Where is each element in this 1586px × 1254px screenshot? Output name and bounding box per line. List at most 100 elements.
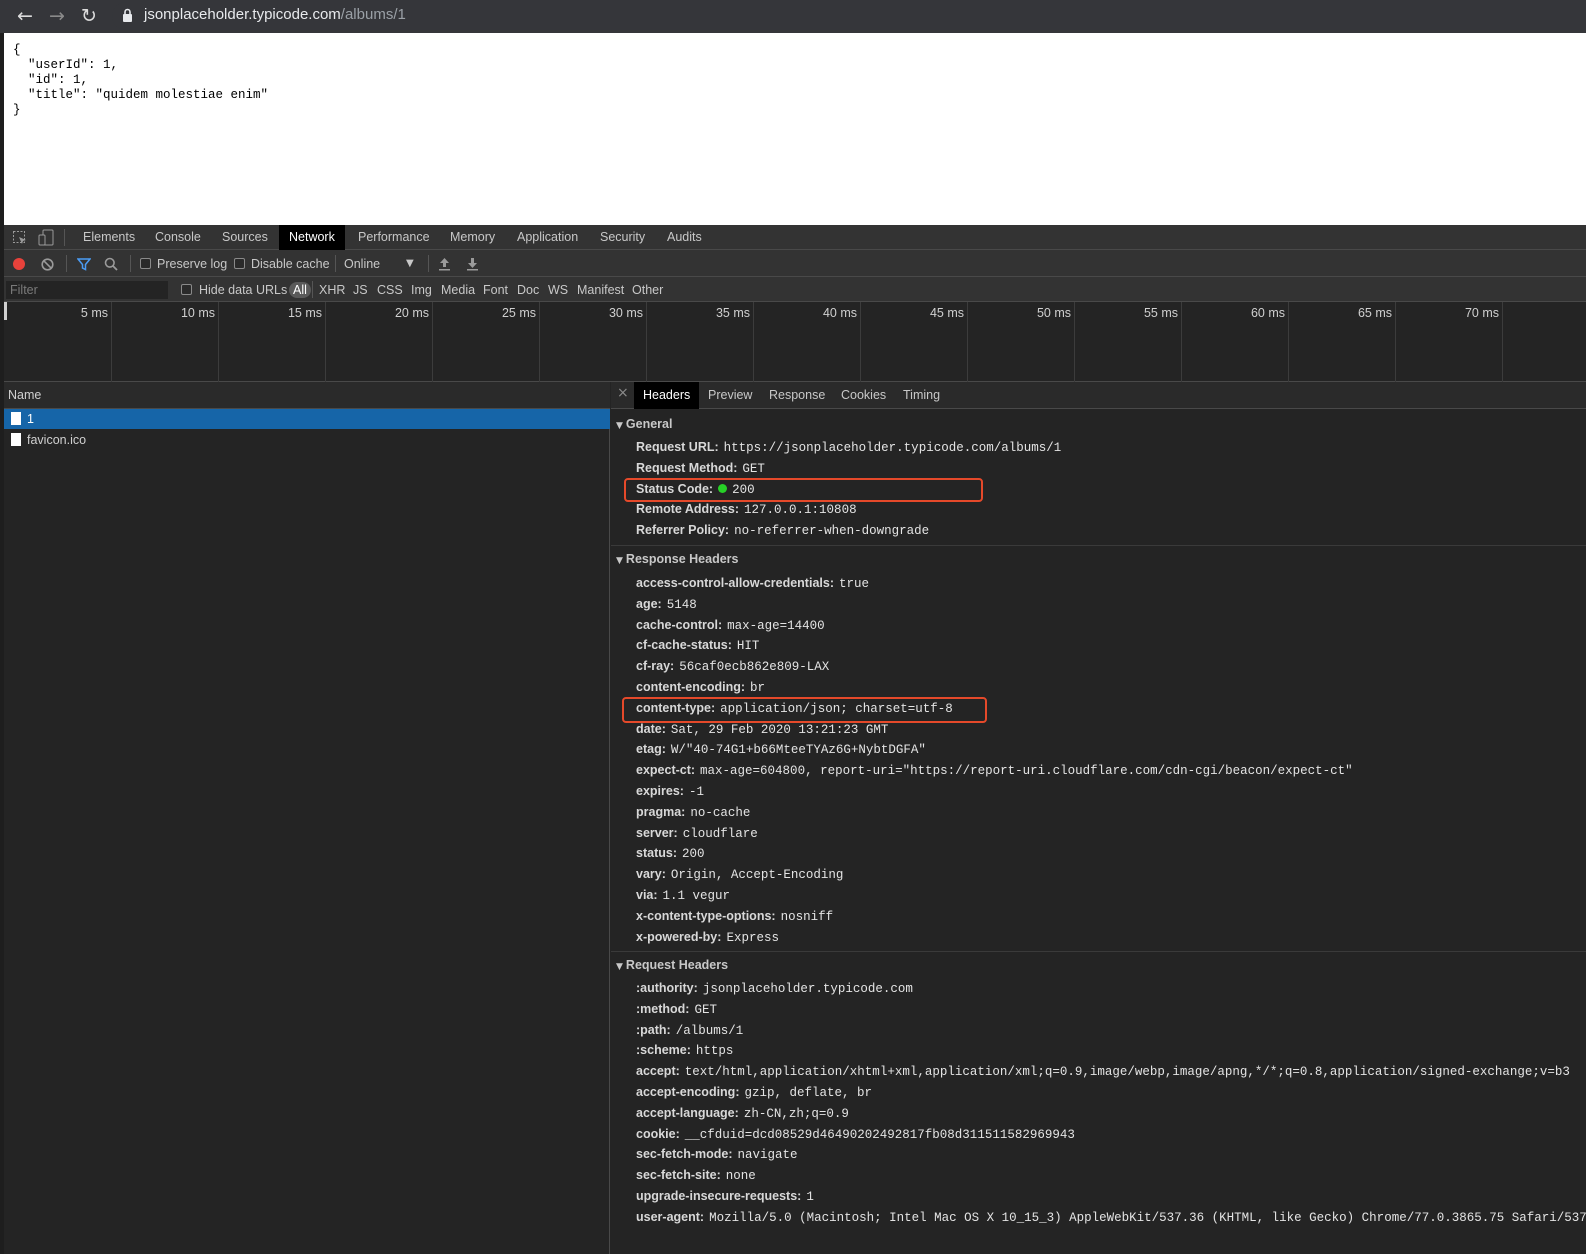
- header-row: :scheme: https: [636, 1043, 733, 1058]
- tab-network[interactable]: Network: [279, 225, 345, 250]
- header-row: content-encoding: br: [636, 680, 765, 695]
- header-name: server:: [636, 825, 678, 840]
- forward-arrow-icon[interactable]: →: [45, 4, 69, 28]
- header-row: vary: Origin, Accept-Encoding: [636, 867, 843, 882]
- general-section-title: General: [625, 417, 673, 431]
- back-arrow-icon[interactable]: ←: [13, 4, 37, 28]
- header-value: jsonplaceholder.typicode.com: [702, 982, 913, 996]
- header-value: text/html,application/xhtml+xml,applicat…: [684, 1065, 1570, 1080]
- device-toolbar-icon[interactable]: [38, 229, 54, 246]
- header-name: expect-ct:: [636, 763, 696, 778]
- toolbar-divider: [64, 229, 65, 246]
- type-filter-doc[interactable]: Doc: [517, 282, 539, 298]
- import-har-icon[interactable]: [438, 257, 451, 271]
- type-filter-css[interactable]: CSS: [377, 282, 403, 298]
- general-section-header[interactable]: ▼ General: [616, 417, 672, 431]
- tab-preview[interactable]: Preview: [699, 382, 761, 409]
- timeline-gridline: [1502, 302, 1503, 382]
- response-headers-section-header[interactable]: ▼ Response Headers: [616, 552, 738, 566]
- header-name: date:: [636, 721, 666, 736]
- request-headers-section-header[interactable]: ▼ Request Headers: [616, 958, 728, 972]
- record-icon[interactable]: [13, 258, 25, 270]
- disclosure-triangle-icon: ▼: [616, 421, 623, 431]
- type-filter-xhr[interactable]: XHR: [319, 282, 345, 298]
- disable-cache-checkbox[interactable]: [234, 258, 245, 269]
- timeline-gridline: [1288, 302, 1289, 382]
- tab-elements[interactable]: Elements: [73, 225, 145, 250]
- type-filter-media[interactable]: Media: [441, 282, 475, 298]
- close-icon[interactable]: ×: [617, 385, 629, 401]
- timeline-tick-label: 15 ms: [287, 306, 322, 320]
- header-row: Request URL: https://jsonplaceholder.typi…: [636, 440, 1061, 455]
- tab-memory[interactable]: Memory: [440, 225, 505, 250]
- disclosure-triangle-icon: ▼: [616, 556, 623, 566]
- tab-response[interactable]: Response: [760, 382, 834, 409]
- tab-headers[interactable]: Headers: [634, 382, 700, 409]
- header-name: cf-ray:: [636, 659, 675, 674]
- type-filter-js[interactable]: JS: [353, 282, 368, 298]
- header-value: max-age=604800, report-uri="https://repo…: [700, 764, 1353, 779]
- timeline-gridline: [967, 302, 968, 382]
- header-name: pragma:: [636, 804, 686, 819]
- header-value: Mozilla/5.0 (Macintosh; Intel Mac OS X 1…: [709, 1210, 1586, 1225]
- toolbar-divider: [130, 255, 131, 272]
- header-row: server: cloudflare: [636, 826, 758, 841]
- name-column-header[interactable]: Name: [4, 382, 610, 409]
- header-row: sec-fetch-mode: navigate: [636, 1147, 798, 1162]
- search-icon[interactable]: [104, 257, 118, 271]
- type-filter-all[interactable]: All: [289, 282, 311, 298]
- tab-application[interactable]: Application: [507, 225, 588, 250]
- request-row[interactable]: favicon.ico: [4, 430, 610, 450]
- header-value: /albums/1: [675, 1023, 744, 1038]
- request-row[interactable]: 1: [4, 409, 610, 429]
- header-name: upgrade-insecure-requests:: [636, 1189, 802, 1203]
- type-filter-ws[interactable]: WS: [548, 282, 568, 298]
- throttling-value: Online: [344, 257, 381, 271]
- header-value: GET: [742, 461, 765, 476]
- tab-audits[interactable]: Audits: [657, 225, 712, 250]
- type-filter-img[interactable]: Img: [411, 282, 432, 298]
- inspect-element-icon[interactable]: [12, 230, 28, 246]
- url-text[interactable]: jsonplaceholder.typicode.com/albums/1: [144, 6, 406, 23]
- tab-sources[interactable]: Sources: [212, 225, 278, 250]
- hide-data-urls-checkbox[interactable]: [181, 284, 192, 295]
- timeline-tick-label: 35 ms: [715, 306, 750, 320]
- header-row: x-powered-by: Express: [636, 930, 779, 945]
- header-value: Express: [726, 930, 779, 945]
- header-row: cache-control: max-age=14400: [636, 618, 825, 633]
- timeline-gridline: [218, 302, 219, 382]
- header-name: sec-fetch-site:: [636, 1168, 721, 1183]
- header-name: age:: [636, 596, 662, 611]
- type-filter-font[interactable]: Font: [483, 282, 508, 298]
- header-name: status:: [636, 846, 677, 861]
- export-har-icon[interactable]: [466, 257, 479, 271]
- throttling-select[interactable]: Online ▼: [340, 254, 420, 273]
- header-name: :path:: [636, 1022, 671, 1037]
- tab-cookies[interactable]: Cookies: [832, 382, 895, 409]
- clear-icon[interactable]: [41, 258, 54, 271]
- header-row: etag: W/"40-74G1+b66MteeTYAz6G+NybtDGFA": [636, 742, 926, 757]
- toolbar-divider: [312, 281, 313, 298]
- tab-security[interactable]: Security: [590, 225, 655, 250]
- timeline-tick-label: 55 ms: [1143, 306, 1178, 320]
- timeline-tick-label: 45 ms: [929, 306, 964, 320]
- timeline-gridline: [860, 302, 861, 382]
- type-filter-other[interactable]: Other: [632, 282, 663, 298]
- header-value: 1.1 vegur: [662, 889, 731, 903]
- preserve-log-checkbox[interactable]: [140, 258, 151, 269]
- tab-console[interactable]: Console: [145, 225, 211, 250]
- json-response-text: { "userId": 1, "id": 1, "title": "quidem…: [13, 43, 269, 117]
- header-value: Origin, Accept-Encoding: [670, 868, 844, 883]
- filter-icon[interactable]: [77, 257, 91, 271]
- header-value: gzip, deflate, br: [744, 1086, 873, 1100]
- reload-icon[interactable]: ↻: [77, 4, 101, 28]
- header-value: true: [838, 577, 869, 591]
- type-filter-manifest[interactable]: Manifest: [577, 282, 624, 298]
- header-row: cf-ray: 56caf0ecb862e809-LAX: [636, 659, 829, 674]
- header-row: access-control-allow-credentials: true: [636, 576, 869, 591]
- preserve-log-label: Preserve log: [157, 257, 228, 271]
- filter-input[interactable]: Filter: [6, 281, 168, 299]
- tab-timing[interactable]: Timing: [894, 382, 949, 409]
- header-name: cookie:: [636, 1126, 680, 1141]
- tab-performance[interactable]: Performance: [348, 225, 440, 250]
